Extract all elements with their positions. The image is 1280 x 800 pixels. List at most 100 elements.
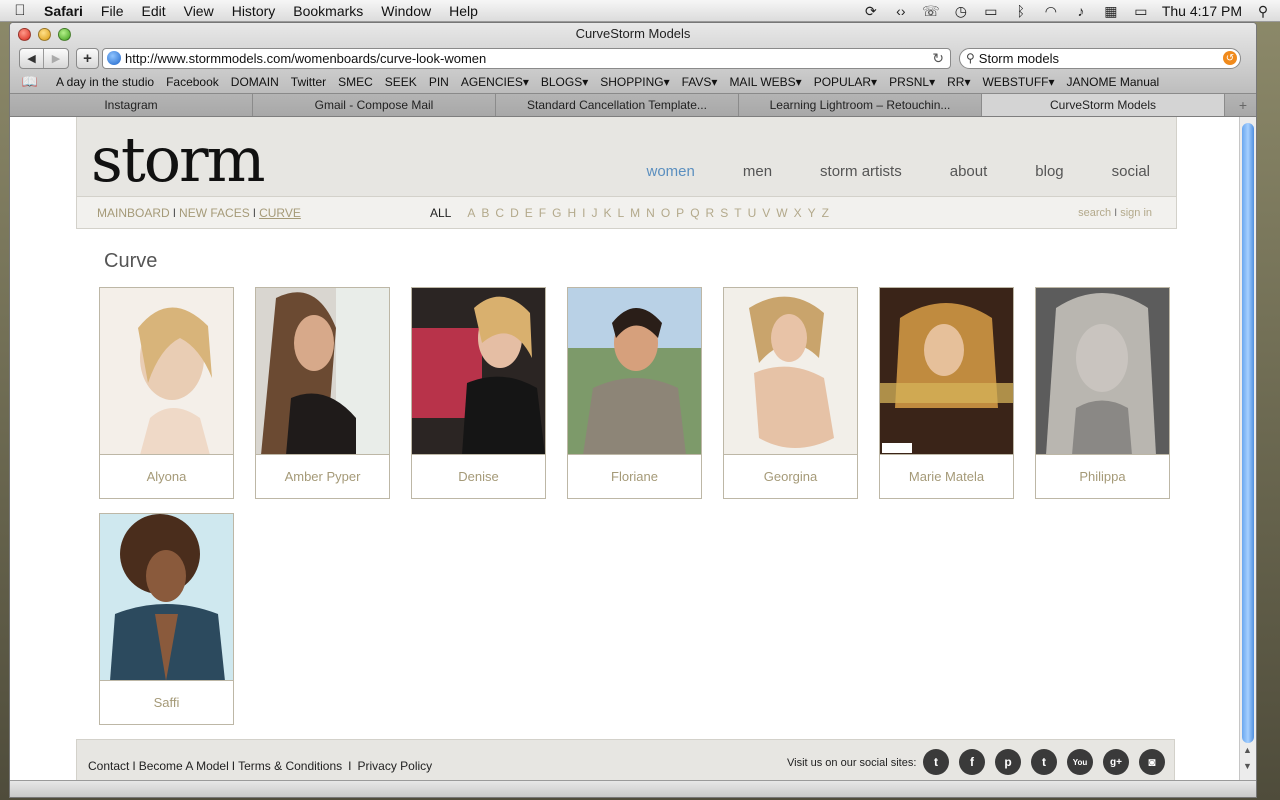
filter-letter[interactable]: E bbox=[525, 206, 533, 220]
facebook-icon[interactable]: f bbox=[959, 749, 985, 775]
filter-letter[interactable]: M bbox=[630, 206, 640, 220]
model-card[interactable]: Marie Matela bbox=[879, 287, 1014, 499]
scrollbar-thumb[interactable] bbox=[1242, 123, 1254, 743]
nav-women[interactable]: women bbox=[647, 163, 695, 180]
filter-letter[interactable]: L bbox=[617, 206, 624, 220]
nav-men[interactable]: men bbox=[743, 163, 772, 180]
scroll-up-arrow[interactable]: ▲ bbox=[1243, 745, 1252, 755]
filter-letter[interactable]: Q bbox=[690, 206, 699, 220]
bookmark-item[interactable]: SEEK bbox=[379, 75, 423, 89]
model-name[interactable]: Saffi bbox=[100, 681, 233, 724]
filter-letter[interactable]: Z bbox=[822, 206, 829, 220]
scroll-down-arrow[interactable]: ▼ bbox=[1243, 761, 1252, 771]
book-icon[interactable]: 📖 bbox=[10, 74, 50, 90]
snapback-icon[interactable]: ↺ bbox=[1223, 51, 1237, 65]
menu-window[interactable]: Window bbox=[372, 3, 440, 19]
bookmark-folder[interactable]: FAVS▾ bbox=[676, 75, 724, 89]
battery-icon[interactable]: ▭ bbox=[1132, 3, 1150, 20]
search-field[interactable]: ⚲ Storm models ↺ bbox=[959, 47, 1241, 69]
bookmark-item[interactable]: JANOME Manual bbox=[1061, 75, 1166, 89]
code-icon[interactable]: ‹› bbox=[892, 3, 910, 19]
filter-letter[interactable]: G bbox=[552, 206, 561, 220]
menu-help[interactable]: Help bbox=[440, 3, 487, 19]
model-name[interactable]: Georgina bbox=[724, 455, 857, 498]
model-name[interactable]: Philippa bbox=[1036, 455, 1169, 498]
filter-letter[interactable]: Y bbox=[808, 206, 816, 220]
model-name[interactable]: Floriane bbox=[568, 455, 701, 498]
filter-all[interactable]: ALL bbox=[430, 206, 451, 220]
display-icon[interactable]: ▭ bbox=[982, 3, 1000, 20]
model-photo[interactable] bbox=[568, 288, 701, 455]
filter-letter[interactable]: I bbox=[582, 206, 585, 220]
bookmark-folder[interactable]: WEBSTUFF▾ bbox=[976, 75, 1060, 89]
model-photo[interactable] bbox=[880, 288, 1013, 455]
model-card[interactable]: Georgina bbox=[723, 287, 858, 499]
nav-social[interactable]: social bbox=[1112, 163, 1150, 180]
model-photo[interactable] bbox=[100, 514, 233, 681]
bluetooth-icon[interactable]: ᛒ bbox=[1012, 3, 1030, 19]
model-card[interactable]: Floriane bbox=[567, 287, 702, 499]
footer-link-contact[interactable]: Contact bbox=[88, 759, 129, 773]
volume-icon[interactable]: ♪ bbox=[1072, 3, 1090, 19]
footer-link-terms[interactable]: Terms & Conditions bbox=[238, 759, 342, 773]
filter-letter[interactable]: H bbox=[567, 206, 576, 220]
bookmark-item[interactable]: SMEC bbox=[332, 75, 379, 89]
time-machine-icon[interactable]: ◷ bbox=[952, 3, 970, 20]
bookmark-folder[interactable]: SHOPPING▾ bbox=[594, 75, 675, 89]
pinterest-icon[interactable]: p bbox=[995, 749, 1021, 775]
filter-letter[interactable]: O bbox=[661, 206, 670, 220]
forward-button[interactable]: ▶ bbox=[44, 49, 68, 68]
tab-instagram[interactable]: Instagram bbox=[10, 94, 253, 116]
bookmark-folder[interactable]: AGENCIES▾ bbox=[455, 75, 535, 89]
menu-app-safari[interactable]: Safari bbox=[40, 3, 92, 19]
model-card[interactable]: Amber Pyper bbox=[255, 287, 390, 499]
model-name[interactable]: Marie Matela bbox=[880, 455, 1013, 498]
filter-letter[interactable]: S bbox=[720, 206, 728, 220]
menu-file[interactable]: File bbox=[92, 3, 133, 19]
filter-letter[interactable]: K bbox=[603, 206, 611, 220]
sync-icon[interactable]: ⟳ bbox=[862, 3, 880, 20]
bookmark-folder[interactable]: PRSNL▾ bbox=[883, 75, 941, 89]
phone-icon[interactable]: ☏ bbox=[922, 3, 940, 20]
model-name[interactable]: Amber Pyper bbox=[256, 455, 389, 498]
filter-letter[interactable]: C bbox=[495, 206, 504, 220]
storm-logo[interactable]: storm bbox=[91, 125, 265, 195]
add-bookmark-button[interactable]: + bbox=[76, 47, 99, 69]
filter-letter[interactable]: J bbox=[591, 206, 597, 220]
instagram-icon[interactable]: ◙ bbox=[1139, 749, 1165, 775]
twitter-icon[interactable]: t bbox=[923, 749, 949, 775]
model-photo[interactable] bbox=[100, 288, 233, 455]
link-curve[interactable]: CURVE bbox=[259, 206, 301, 220]
bookmark-folder[interactable]: POPULAR▾ bbox=[808, 75, 883, 89]
filter-letter[interactable]: N bbox=[646, 206, 655, 220]
bookmark-folder[interactable]: MAIL WEBS▾ bbox=[723, 75, 807, 89]
footer-link-privacy[interactable]: Privacy Policy bbox=[358, 759, 433, 773]
model-name[interactable]: Denise bbox=[412, 455, 545, 498]
tumblr-icon[interactable]: t bbox=[1031, 749, 1057, 775]
bookmark-item[interactable]: Facebook bbox=[160, 75, 225, 89]
nav-blog[interactable]: blog bbox=[1035, 163, 1063, 180]
filter-letter[interactable]: V bbox=[762, 206, 770, 220]
nav-storm-artists[interactable]: storm artists bbox=[820, 163, 902, 180]
youtube-icon[interactable]: You bbox=[1067, 749, 1093, 775]
back-button[interactable]: ◀ bbox=[20, 48, 44, 68]
bookmark-folder[interactable]: BLOGS▾ bbox=[535, 75, 594, 89]
bookmark-item[interactable]: PIN bbox=[423, 75, 455, 89]
model-photo[interactable] bbox=[1036, 288, 1169, 455]
model-photo[interactable] bbox=[724, 288, 857, 455]
model-card[interactable]: Philippa bbox=[1035, 287, 1170, 499]
footer-link-become-a-model[interactable]: Become A Model bbox=[139, 759, 229, 773]
filter-letter[interactable]: T bbox=[734, 206, 741, 220]
address-bar[interactable]: http://www.stormmodels.com/womenboards/c… bbox=[102, 47, 951, 69]
vertical-scrollbar[interactable]: ▲ ▼ bbox=[1239, 117, 1256, 782]
menu-history[interactable]: History bbox=[223, 3, 285, 19]
bookmark-item[interactable]: Twitter bbox=[285, 75, 332, 89]
tab-cancellation-template[interactable]: Standard Cancellation Template... bbox=[496, 94, 739, 116]
google-plus-icon[interactable]: g+ bbox=[1103, 749, 1129, 775]
tab-curvestorm-models[interactable]: CurveStorm Models bbox=[982, 94, 1225, 116]
tab-gmail[interactable]: Gmail - Compose Mail bbox=[253, 94, 496, 116]
filter-letter[interactable]: R bbox=[706, 206, 715, 220]
model-card[interactable]: Denise bbox=[411, 287, 546, 499]
link-mainboard[interactable]: MAINBOARD bbox=[97, 206, 170, 220]
model-photo[interactable] bbox=[256, 288, 389, 455]
